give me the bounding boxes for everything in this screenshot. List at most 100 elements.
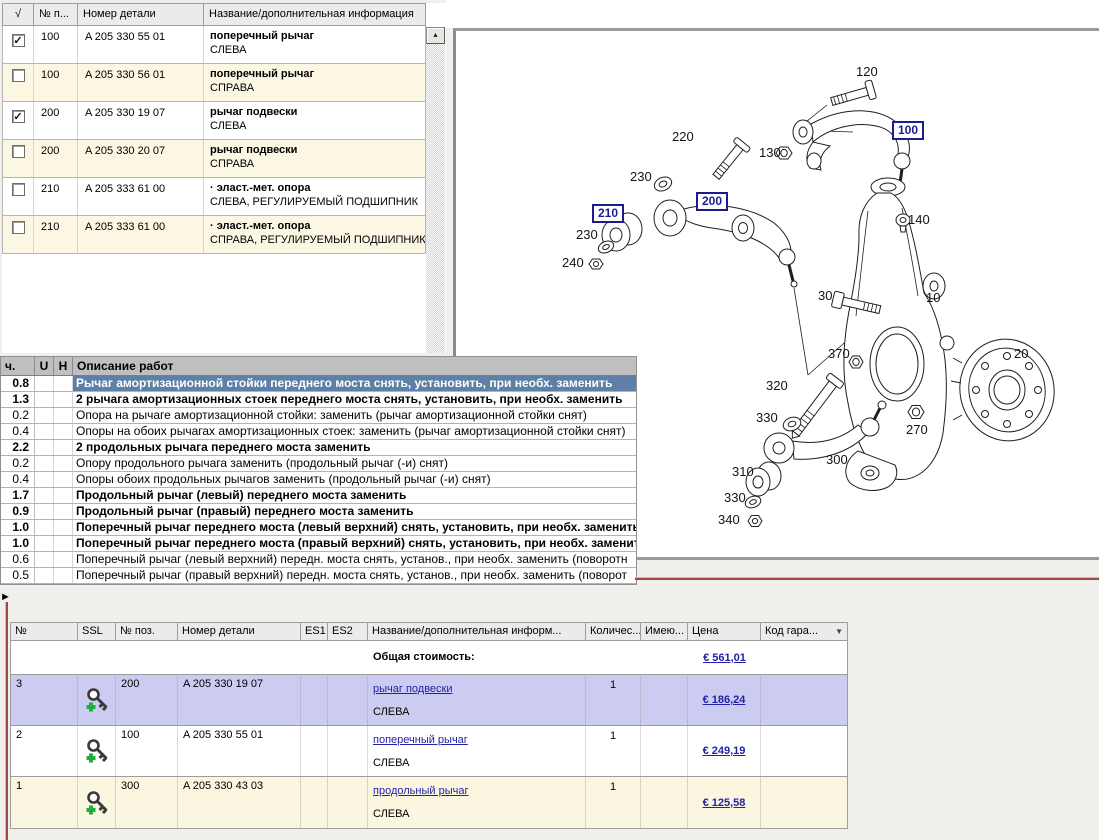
work-h-flag	[54, 424, 73, 439]
part-number: A 205 333 61 00	[78, 178, 204, 215]
price-link[interactable]: € 249,19	[703, 745, 746, 757]
key-add-icon[interactable]	[84, 686, 110, 714]
work-operation-row[interactable]: 1.7 Продольный рычаг (левый) переднего м…	[1, 488, 636, 504]
es2-cell	[328, 675, 368, 725]
part-select-checkbox[interactable]	[11, 221, 25, 234]
diagram-callout-100[interactable]: 100	[892, 121, 925, 140]
header-u-column: U	[35, 357, 54, 375]
maroon-vertical-divider	[5, 602, 8, 840]
bolt-320-drawing	[791, 372, 844, 439]
empty-cell	[328, 641, 368, 674]
parts-table-row[interactable]: ✓ 200 A 205 330 19 07 рычаг подвески СЛЕ…	[3, 102, 425, 140]
header-part-number[interactable]: Номер детали	[178, 623, 301, 640]
diagram-callout-310: 310	[732, 464, 754, 479]
parts-table-row[interactable]: 210 A 205 333 61 00 · эласт.-мет. опора …	[3, 178, 425, 216]
empty-cell	[761, 641, 846, 674]
basket-row[interactable]: 3 200 A 205 330 19 07 рычаг подвески СЛЕ…	[11, 675, 847, 726]
work-operation-row[interactable]: 0.8 Рычаг амортизационной стойки передне…	[1, 376, 636, 392]
part-side-info: СЛЕВА, РЕГУЛИРУЕМЫЙ ПОДШИПНИК	[210, 196, 419, 208]
work-description: Рычаг амортизационной стойки переднего м…	[73, 376, 636, 391]
parts-table-row[interactable]: ✓ 100 A 205 330 55 01 поперечный рычаг С…	[3, 26, 425, 64]
part-name-link[interactable]: продольный рычаг	[373, 785, 468, 797]
ssl-cell	[78, 777, 116, 828]
empty-cell	[78, 641, 116, 674]
part-name-link[interactable]: поперечный рычаг	[373, 734, 468, 746]
work-h-flag	[54, 440, 73, 455]
part-number: A 205 330 19 07	[78, 102, 204, 139]
diagram-callout-330: 330	[724, 490, 746, 505]
in-stock-cell	[641, 675, 688, 725]
price-link[interactable]: € 125,58	[703, 797, 746, 809]
header-quantity[interactable]: Количес...	[586, 623, 641, 640]
header-name-column: Название/дополнительная информация	[209, 8, 414, 20]
work-operation-row[interactable]: 0.4 Опоры на обоих рычагах амортизационн…	[1, 424, 636, 440]
es1-cell	[301, 726, 328, 776]
parts-table-row[interactable]: 210 A 205 333 61 00 · эласт.-мет. опора …	[3, 216, 425, 254]
checkbox-cell	[3, 178, 34, 215]
key-add-icon[interactable]	[84, 789, 110, 817]
work-table-header: ч. U H Описание работ	[1, 357, 636, 376]
work-operation-row[interactable]: 0.2 Опора на рычаге амортизационной стой…	[1, 408, 636, 424]
work-operation-row[interactable]: 0.2 Опору продольного рычага заменить (п…	[1, 456, 636, 472]
part-select-checkbox[interactable]: ✓	[11, 110, 25, 123]
washer-330-bottom-drawing	[744, 495, 762, 509]
header-in-stock[interactable]: Имею...	[641, 623, 688, 640]
work-u-flag	[35, 456, 54, 471]
work-operation-row[interactable]: 0.9 Продольный рычаг (правый) переднего …	[1, 504, 636, 520]
header-ssl[interactable]: SSL	[78, 623, 116, 640]
basket-row[interactable]: 2 100 A 205 330 55 01 поперечный рычаг С…	[11, 726, 847, 777]
diagram-callout-210[interactable]: 210	[592, 204, 625, 223]
work-operation-row[interactable]: 1.3 2 рычага амортизационных стоек перед…	[1, 392, 636, 408]
basket-part-number: A 205 330 19 07	[178, 675, 301, 725]
work-operation-row[interactable]: 2.2 2 продольных рычага переднего моста …	[1, 440, 636, 456]
part-number: A 205 330 55 01	[78, 26, 204, 63]
part-select-checkbox[interactable]: ✓	[11, 34, 25, 47]
price-link[interactable]: € 186,24	[703, 694, 746, 706]
work-operation-row[interactable]: 0.5 Поперечный рычаг (правый верхний) пе…	[1, 568, 636, 584]
parts-table-header: √ № п... Номер детали Название/дополните…	[2, 3, 426, 26]
part-name: поперечный рычаг	[210, 30, 315, 42]
key-add-icon[interactable]	[84, 737, 110, 765]
sort-descending-icon[interactable]: ▼	[835, 623, 844, 640]
scroll-up-button[interactable]: ▲	[426, 27, 445, 44]
scrollbar-track[interactable]	[426, 44, 445, 353]
work-hours: 2.2	[1, 440, 35, 455]
basket-part-number: A 205 330 43 03	[178, 777, 301, 828]
work-u-flag	[35, 520, 54, 535]
part-name-link[interactable]: рычаг подвески	[373, 683, 453, 695]
header-warranty-code-label: Код гара...	[765, 625, 819, 637]
header-number[interactable]: №	[11, 623, 78, 640]
work-h-flag	[54, 472, 73, 487]
in-stock-cell	[641, 726, 688, 776]
header-price[interactable]: Цена	[688, 623, 761, 640]
work-description: Опора на рычаге амортизационной стойки: …	[76, 408, 587, 422]
work-h-flag	[54, 488, 73, 503]
header-es2[interactable]: ES2	[328, 623, 368, 640]
basket-row-number: 3	[11, 675, 78, 725]
diagram-callout-200[interactable]: 200	[696, 192, 729, 211]
diagram-callout-220: 220	[672, 129, 694, 144]
diagram-callout-140: 140	[908, 212, 930, 227]
part-number: A 205 330 56 01	[78, 64, 204, 101]
part-select-checkbox[interactable]	[11, 69, 25, 82]
header-warranty-code[interactable]: ▼ Код гара...	[761, 623, 846, 640]
parts-table-row[interactable]: 100 A 205 330 56 01 поперечный рычаг СПР…	[3, 64, 425, 102]
part-select-checkbox[interactable]	[11, 145, 25, 158]
work-operation-row[interactable]: 0.4 Опоры обоих продольных рычагов замен…	[1, 472, 636, 488]
part-side-info: СЛЕВА	[210, 44, 247, 56]
part-select-checkbox[interactable]	[11, 183, 25, 196]
work-hours: 0.4	[1, 472, 35, 487]
work-operation-row[interactable]: 1.0 Поперечный рычаг переднего моста (пр…	[1, 536, 636, 552]
parts-table-row[interactable]: 200 A 205 330 20 07 рычаг подвески СПРАВ…	[3, 140, 425, 178]
work-description: Поперечный рычаг переднего моста (правый…	[76, 536, 636, 550]
header-name[interactable]: Название/дополнительная информ...	[368, 623, 586, 640]
front-lower-arm-200-drawing	[653, 199, 798, 288]
header-es1[interactable]: ES1	[301, 623, 328, 640]
work-operation-row[interactable]: 0.6 Поперечный рычаг (левый верхний) пер…	[1, 552, 636, 568]
header-position[interactable]: № поз.	[116, 623, 178, 640]
basket-row[interactable]: 1 300 A 205 330 43 03 продольный рычаг С…	[11, 777, 847, 828]
part-side-info: СЛЕВА	[373, 757, 410, 769]
part-name: рычаг подвески	[210, 144, 298, 156]
total-price-link[interactable]: € 561,01	[703, 652, 746, 664]
work-operation-row[interactable]: 1.0 Поперечный рычаг переднего моста (ле…	[1, 520, 636, 536]
